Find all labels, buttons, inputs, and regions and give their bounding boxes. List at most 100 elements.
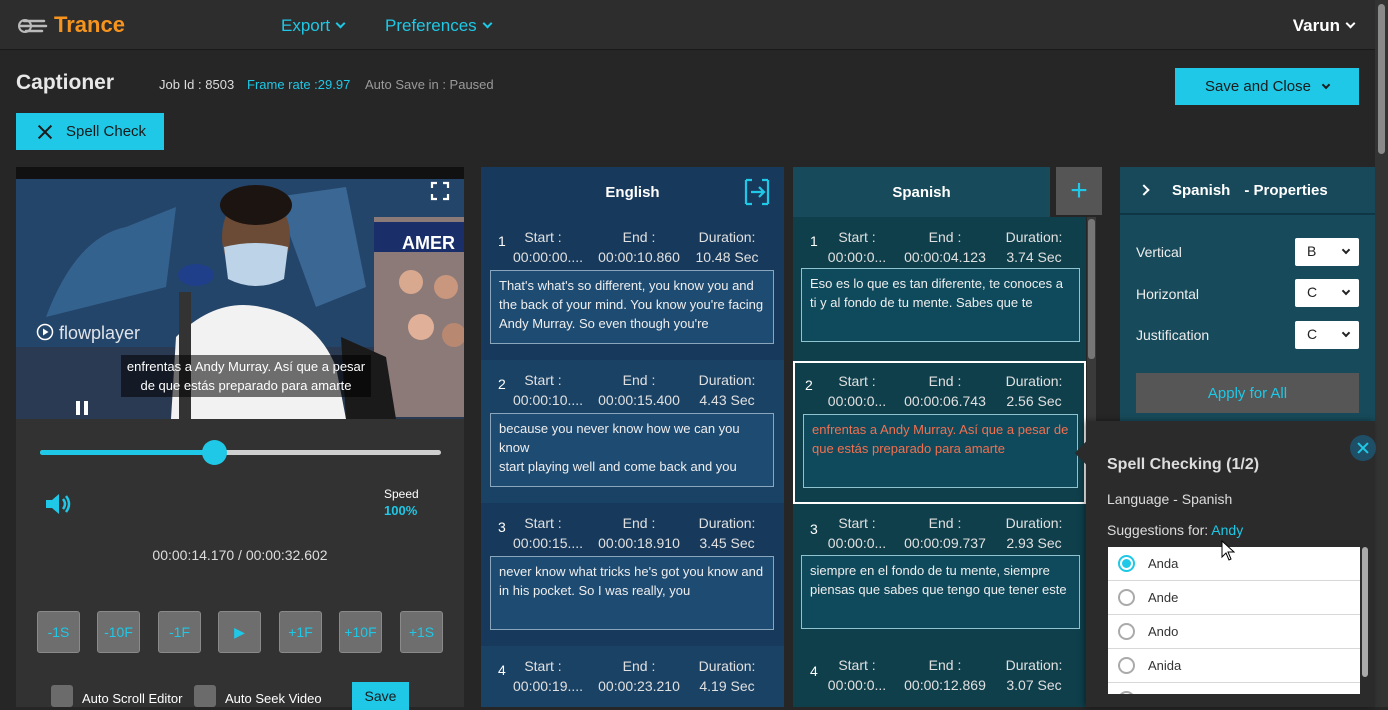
- auto-scroll-checkbox[interactable]: [51, 685, 73, 707]
- preferences-menu-label: Preferences: [385, 16, 477, 35]
- caption-line: de que estás preparado para amarte: [140, 378, 352, 393]
- radio-selected-icon[interactable]: [1118, 555, 1135, 572]
- video-player[interactable]: AMER flowplayer enfrentas a Andy Murray.…: [16, 167, 464, 419]
- duration-label: Duration:: [698, 515, 756, 531]
- radio-icon[interactable]: [1118, 589, 1135, 606]
- seek-slider-thumb[interactable]: [202, 440, 228, 465]
- spanish-column-header: Spanish: [793, 167, 1050, 217]
- start-label: Start :: [524, 229, 562, 245]
- start-label: Start :: [838, 373, 876, 389]
- logo-icon: [18, 19, 48, 33]
- chevron-down-icon: [335, 18, 346, 29]
- spell-check-popup: Spell Checking (1/2) Language - Spanish …: [1074, 421, 1376, 707]
- plus-icon: +: [1070, 174, 1088, 207]
- radio-icon[interactable]: [1118, 657, 1135, 674]
- segment-card[interactable]: 2 Start :00:00:10.... End :00:00:15.400 …: [481, 360, 784, 503]
- back-1-frame-button[interactable]: -1F: [158, 611, 201, 653]
- end-label: End :: [928, 657, 962, 673]
- segment-text-field[interactable]: enfrentas a Andy Murray. Así que a pesar…: [803, 414, 1078, 488]
- logo-text: Trance: [54, 12, 125, 37]
- duration-label: Duration:: [1005, 657, 1063, 673]
- fullscreen-icon[interactable]: [430, 181, 450, 201]
- popup-close-button[interactable]: [1350, 435, 1376, 461]
- save-and-close-button[interactable]: Save and Close: [1175, 68, 1359, 105]
- end-time: 00:00:18.910: [598, 535, 680, 551]
- duration-label: Duration:: [698, 229, 756, 245]
- end-time: 00:00:23.210: [598, 678, 680, 694]
- play-button[interactable]: ▶: [218, 611, 261, 653]
- top-navbar: Trance Export Preferences Varun: [0, 0, 1388, 50]
- suggestion-item[interactable]: Ande: [1108, 581, 1360, 615]
- chevron-down-icon: [1341, 328, 1351, 338]
- suggestion-item[interactable]: [1108, 683, 1360, 694]
- start-time: 00:00:15....: [513, 535, 584, 551]
- save-button[interactable]: Save: [352, 682, 409, 710]
- segment-card[interactable]: 1 Start : 00:00:0... End : 00:00:04.123 Du…: [793, 217, 1086, 360]
- volume-icon[interactable]: [43, 489, 73, 519]
- segment-card[interactable]: 1 Start :00:00:00.... End :00:00:10.860 …: [481, 217, 784, 360]
- save-and-close-label: Save and Close: [1205, 78, 1311, 95]
- vertical-select[interactable]: B: [1295, 238, 1359, 266]
- horizontal-select[interactable]: C: [1295, 279, 1359, 307]
- start-label: Start :: [524, 658, 562, 674]
- segment-text-field[interactable]: never know what tricks he's got you know…: [490, 556, 774, 630]
- export-menu-label: Export: [281, 16, 331, 35]
- suggestion-item[interactable]: Anida: [1108, 649, 1360, 683]
- forward-1-frame-button[interactable]: +1F: [279, 611, 322, 653]
- forward-1-second-button[interactable]: +1S: [400, 611, 443, 653]
- duration-value: 4.19 Sec: [699, 678, 755, 694]
- back-10-frames-button[interactable]: -10F: [97, 611, 140, 653]
- suggestion-label: Anda: [1148, 556, 1179, 571]
- preferences-menu[interactable]: Preferences: [385, 16, 493, 36]
- radio-icon[interactable]: [1118, 691, 1135, 694]
- user-name: Varun: [1292, 16, 1340, 35]
- segment-card[interactable]: 3 Start :00:00:15.... End :00:00:18.910 …: [481, 503, 784, 646]
- export-menu[interactable]: Export: [281, 16, 346, 36]
- justification-select[interactable]: C: [1295, 321, 1359, 349]
- start-time: 00:00:0...: [827, 393, 887, 409]
- chevron-down-icon: [1345, 18, 1356, 29]
- user-menu[interactable]: Varun: [1292, 16, 1356, 36]
- trance-logo[interactable]: Trance: [16, 10, 125, 40]
- start-time: 00:00:0...: [827, 249, 887, 265]
- suggestion-item[interactable]: Ando: [1108, 615, 1360, 649]
- segment-card-active[interactable]: 2 Start : 00:00:0... End : 00:00:06.743 Du…: [793, 361, 1086, 504]
- radio-icon[interactable]: [1118, 623, 1135, 640]
- back-1-second-button[interactable]: -1S: [37, 611, 80, 653]
- segment-card[interactable]: 3 Start : 00:00:0... End : 00:00:09.737 Du…: [793, 505, 1086, 648]
- play-icon: ▶: [234, 623, 245, 640]
- segment-text-field[interactable]: That's what's so different, you know you…: [490, 270, 774, 344]
- spell-check-button[interactable]: Spell Check: [16, 113, 164, 150]
- duration-label: Duration:: [698, 372, 756, 388]
- segment-card[interactable]: 4 Start : 00:00:0... End : 00:00:12.869 Du…: [793, 647, 1086, 707]
- end-time: 00:00:09.737: [904, 535, 986, 551]
- end-time: 00:00:06.743: [904, 393, 986, 409]
- suggestions-scrollbar[interactable]: [1362, 547, 1368, 677]
- duration-value: 10.48 Sec: [695, 249, 759, 265]
- segment-text-field[interactable]: because you never know how we can you kn…: [490, 413, 774, 487]
- segment-number: 4: [810, 663, 818, 679]
- spanish-list-scrollbar-thumb[interactable]: [1088, 219, 1095, 359]
- segment-text-field[interactable]: Eso es lo que es tan diferente, te conoc…: [801, 268, 1080, 342]
- seek-slider[interactable]: [40, 440, 441, 465]
- properties-header[interactable]: Spanish - Properties: [1120, 167, 1375, 215]
- speed-value[interactable]: 100%: [384, 503, 417, 518]
- time-display: 00:00:14.170 / 00:00:32.602: [152, 547, 328, 563]
- segment-number: 1: [498, 233, 506, 249]
- auto-seek-checkbox[interactable]: [194, 685, 216, 707]
- chevron-right-icon[interactable]: [1138, 184, 1150, 196]
- autosave-status: Auto Save in : Paused: [365, 77, 494, 92]
- export-icon[interactable]: [742, 178, 772, 206]
- chevron-down-icon: [1341, 286, 1351, 296]
- auto-seek-label: Auto Seek Video: [225, 691, 322, 706]
- add-language-button[interactable]: +: [1056, 167, 1102, 215]
- start-label: Start :: [838, 229, 876, 245]
- end-label: End :: [622, 658, 656, 674]
- caption-line: enfrentas a Andy Murray. Así que a pesar: [126, 359, 366, 374]
- segment-text-field[interactable]: siempre en el fondo de tu mente, siempre…: [801, 555, 1080, 629]
- segment-card[interactable]: 4 Start :00:00:19.... End :00:00:23.210 …: [481, 646, 784, 707]
- apply-for-all-button[interactable]: Apply for All: [1136, 373, 1359, 413]
- segment-number: 4: [498, 662, 506, 678]
- page-scrollbar-thumb[interactable]: [1378, 4, 1385, 154]
- forward-10-frames-button[interactable]: +10F: [339, 611, 382, 653]
